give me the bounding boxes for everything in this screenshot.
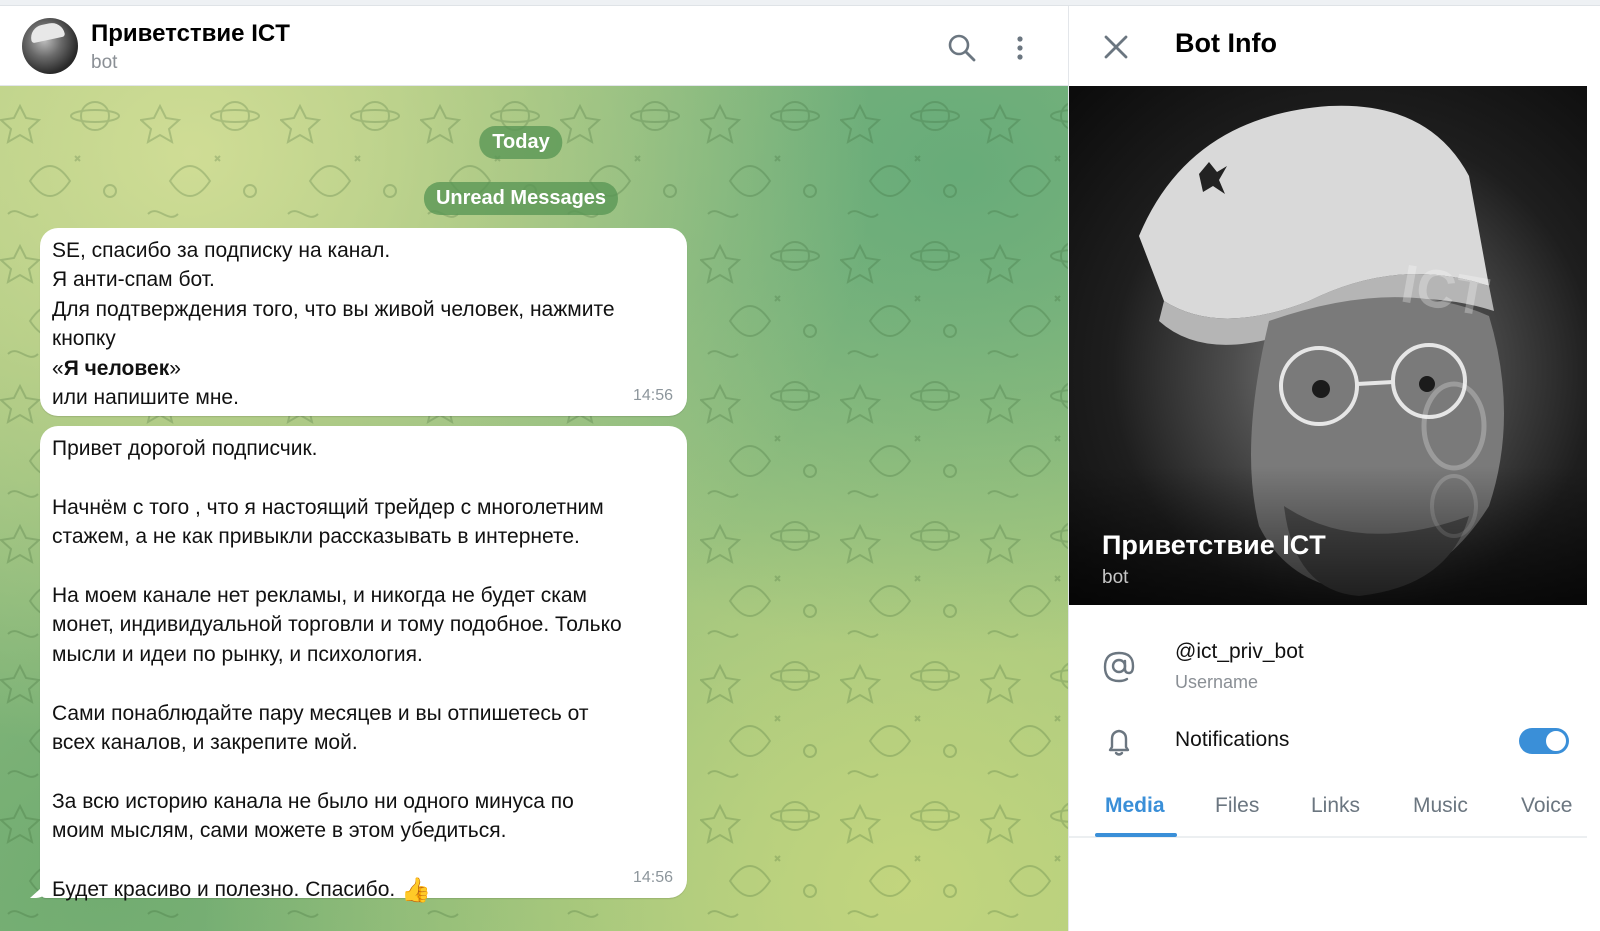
date-separator: Today [479, 126, 563, 159]
tab-files[interactable]: Files [1215, 794, 1259, 818]
message-line: стажем, а не как привыкли рассказывать в… [52, 525, 580, 549]
chat-subtitle: bot [91, 52, 118, 73]
chat-pane: Приветствие ICT bot Today Unread Message… [0, 0, 1068, 931]
bold-button-text: Я человек [63, 356, 170, 380]
message-line: монет, индивидуальной торговли и тому по… [52, 613, 622, 637]
message-time: 14:56 [632, 868, 673, 886]
notifications-label: Notifications [1175, 728, 1290, 751]
active-tab-indicator [1095, 833, 1177, 837]
more-vertical-icon[interactable] [1004, 32, 1036, 64]
message-line-bold: «Я человек» [52, 354, 675, 383]
message-line: На моем канале нет рекламы, и никогда не… [52, 584, 587, 607]
username-value[interactable]: @ict_priv_bot [1175, 640, 1304, 664]
chat-header[interactable]: Приветствие ICT bot [0, 6, 1068, 86]
message-line: кнопку [52, 327, 116, 351]
tab-voice[interactable]: Voice [1521, 794, 1572, 818]
profile-portrait-image: ICT [1069, 105, 1587, 605]
info-header: Bot Info [1069, 6, 1600, 86]
unread-separator: Unread Messages [423, 182, 619, 215]
message-line: Для подтверждения того, что вы живой чел… [52, 297, 615, 321]
tab-media[interactable]: Media [1105, 794, 1165, 818]
chat-background: Today Unread Messages SE, спасибо за под… [0, 86, 1068, 931]
profile-name: Приветствие ICT [1102, 530, 1326, 560]
username-row[interactable]: @ict_priv_bot Username [1069, 630, 1600, 700]
message-line-text: Будет красиво и полезно. Спасибо. [52, 878, 396, 902]
chat-avatar[interactable] [22, 18, 78, 74]
username-label: Username [1175, 672, 1259, 692]
notifications-row[interactable]: Notifications [1069, 710, 1600, 772]
info-title: Bot Info [1175, 28, 1277, 58]
message-line: или напишите мне. [52, 386, 239, 410]
message-time: 14:56 [632, 386, 673, 404]
close-icon[interactable] [1101, 32, 1131, 62]
message-bubble[interactable]: SE, спасибо за подписку на канал. Я анти… [40, 228, 687, 416]
profile-subtitle: bot [1102, 567, 1129, 588]
bot-info-panel: Bot Info ICT Приветствие ICT bot @ict_pr… [1068, 6, 1600, 931]
message-line: За всю историю канала не было ни одного … [52, 789, 574, 813]
message-line [52, 463, 675, 492]
message-line: Я анти-спам бот. [52, 268, 215, 292]
quote-open: « [52, 356, 64, 380]
quote-close: » [169, 356, 181, 380]
message-line [52, 669, 675, 698]
message-line: Начнём с того , что я настоящий трейдер … [52, 495, 604, 519]
bot-profile-photo[interactable]: ICT Приветствие ICT bot [1069, 86, 1587, 605]
message-line [52, 757, 675, 786]
message-line [52, 552, 675, 581]
message-line [52, 846, 675, 875]
message-line: Привет дорогой подписчик. [52, 437, 318, 460]
at-sign-icon [1103, 651, 1135, 683]
message-line: SE, спасибо за подписку на канал. [52, 239, 391, 262]
message-line: всех каналов, и закрепите мой. [52, 731, 358, 755]
window-top-edge [0, 0, 1600, 6]
message-line: Сами понаблюдайте пару месяцев и вы отпи… [52, 701, 589, 725]
media-tabs: Media Files Links Music Voice [1069, 782, 1587, 838]
message-line: Будет красиво и полезно. Спасибо. 👍 [52, 875, 675, 905]
search-icon[interactable] [946, 32, 978, 64]
toggle-knob [1544, 729, 1568, 753]
bell-icon [1108, 729, 1130, 756]
tab-music[interactable]: Music [1413, 794, 1468, 818]
message-bubble[interactable]: Привет дорогой подписчик. Начнём с того … [40, 426, 687, 904]
message-line: моим мыслям, сами можете в этом убедитьс… [52, 819, 507, 843]
chat-title[interactable]: Приветствие ICT [91, 20, 290, 48]
thumbs-up-emoji: 👍 [401, 877, 431, 905]
tab-links[interactable]: Links [1311, 794, 1360, 818]
message-line: мысли и идеи по рынку, и психология. [52, 642, 423, 666]
notifications-toggle[interactable] [1519, 728, 1569, 754]
